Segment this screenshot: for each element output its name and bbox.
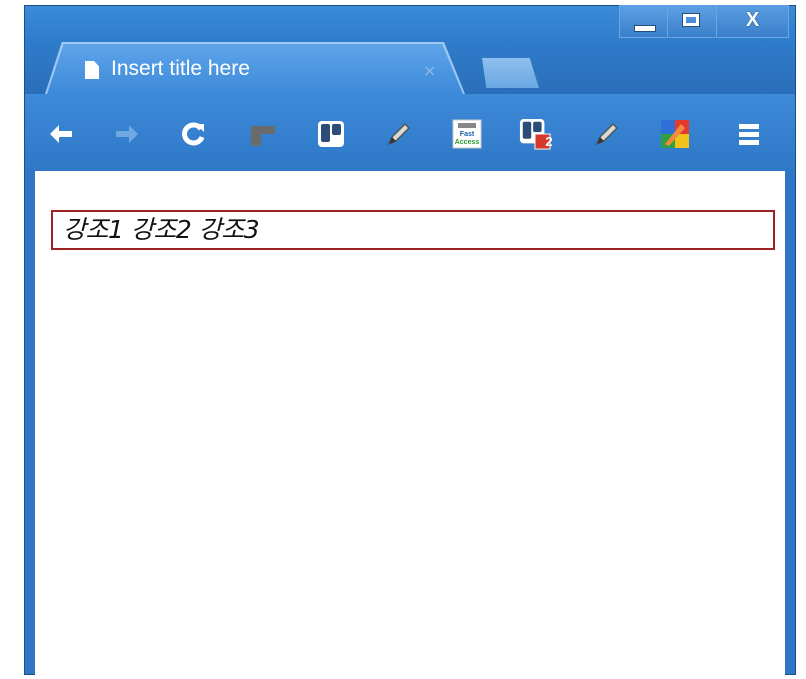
- svg-text:Access: Access: [455, 139, 480, 146]
- pencil-button-2[interactable]: [591, 118, 623, 150]
- new-tab-button[interactable]: [481, 58, 539, 88]
- svg-text:Fast: Fast: [460, 131, 475, 138]
- forward-arrow-icon: [116, 125, 138, 143]
- badge-count: 2: [545, 134, 553, 149]
- fast-access-icon: Fast Access: [452, 119, 482, 149]
- maximize-icon: [682, 13, 700, 27]
- close-icon: X: [745, 9, 760, 31]
- browser-tab[interactable]: [47, 44, 463, 94]
- color-picker-button[interactable]: [659, 118, 691, 150]
- trello-badge-button[interactable]: 2: [519, 118, 553, 150]
- trello-icon: [318, 121, 344, 147]
- page-content: 강조1 강조2 강조3: [35, 171, 785, 675]
- extension-gray-button[interactable]: [247, 118, 279, 150]
- maximize-button[interactable]: [668, 5, 717, 38]
- minimize-button[interactable]: [619, 5, 668, 38]
- menu-icon: [739, 124, 759, 145]
- window-controls: X: [619, 5, 789, 39]
- highlight-text-box: 강조1 강조2 강조3: [51, 210, 775, 250]
- tab-title: Insert title here: [111, 57, 250, 80]
- close-window-button[interactable]: X: [717, 5, 789, 38]
- minimize-icon: [634, 25, 656, 32]
- back-button[interactable]: [45, 118, 77, 150]
- back-arrow-icon: [50, 125, 72, 143]
- browser-window: X Insert title here × Fast Access 2 강조1 …: [24, 5, 796, 675]
- fast-access-button[interactable]: Fast Access: [451, 118, 483, 150]
- tab-close-button[interactable]: ×: [423, 61, 436, 80]
- color-picker-icon: [661, 120, 689, 148]
- reload-icon: [182, 122, 205, 146]
- menu-button[interactable]: [733, 118, 765, 150]
- trello-button[interactable]: [315, 118, 347, 150]
- forward-button[interactable]: [111, 118, 143, 150]
- pencil-button[interactable]: [383, 118, 415, 150]
- pencil-icon: [387, 122, 411, 146]
- pencil-icon: [595, 122, 619, 146]
- reload-button[interactable]: [177, 118, 209, 150]
- extension-gray-icon: [251, 126, 275, 146]
